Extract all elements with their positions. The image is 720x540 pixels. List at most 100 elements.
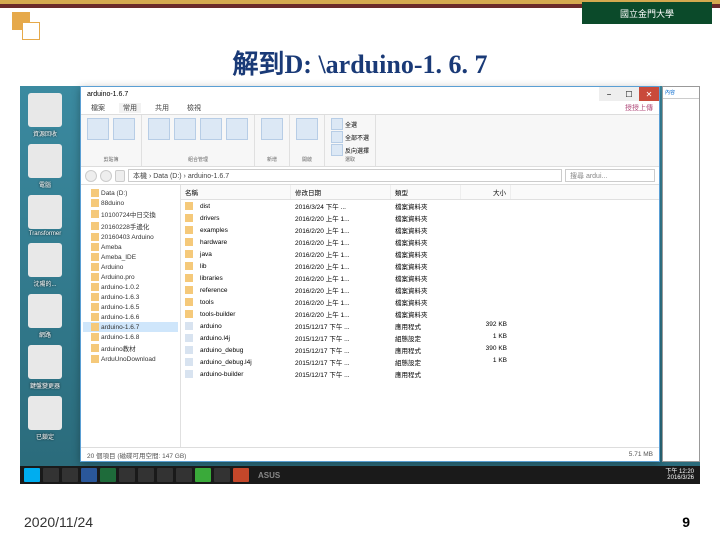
- delete-icon[interactable]: [200, 118, 222, 140]
- file-explorer-window[interactable]: arduino-1.6.7 − ☐ ✕ 檔案 常用 共用 檢視 授授上傳 剪貼簿: [80, 86, 660, 462]
- nav-tree[interactable]: Data (D:)88duino10100724中日交換20160228手邊化2…: [81, 185, 181, 447]
- properties-tab[interactable]: 內容: [663, 87, 699, 99]
- tree-node[interactable]: arduino-1.6.3: [83, 292, 178, 302]
- desktop-icon[interactable]: [28, 195, 62, 229]
- copy-icon[interactable]: [87, 118, 109, 140]
- desktop-icon-label: 已鎖定: [24, 432, 66, 441]
- folder-icon: [185, 262, 193, 270]
- desktop-icon[interactable]: [28, 93, 62, 127]
- file-type: 應用程式: [391, 344, 461, 356]
- selectall-icon[interactable]: [331, 118, 343, 130]
- taskbar-app-icon[interactable]: [176, 468, 192, 482]
- tree-node[interactable]: Data (D:): [83, 188, 178, 198]
- window-titlebar[interactable]: arduino-1.6.7 − ☐ ✕: [81, 87, 659, 101]
- address-bar[interactable]: 本機 › Data (D:) › arduino-1.6.7: [128, 169, 562, 182]
- table-row[interactable]: java2016/2/20 上午 1...檔案資料夾: [181, 248, 659, 260]
- tree-node[interactable]: 20160228手邊化: [83, 220, 178, 232]
- file-icon: [185, 334, 193, 342]
- tree-node[interactable]: Arduino: [83, 262, 178, 272]
- desktop-icon[interactable]: [28, 243, 62, 277]
- tree-node[interactable]: arduino-1.6.7: [83, 322, 178, 332]
- minimize-button[interactable]: −: [599, 87, 619, 101]
- taskbar-app-icon[interactable]: [214, 468, 230, 482]
- table-row[interactable]: dist2016/3/24 下午 ...檔案資料夾: [181, 200, 659, 212]
- taskbar-clock[interactable]: 下午 12:20 2016/3/26: [665, 469, 696, 481]
- taskbar-excel-icon[interactable]: [100, 468, 116, 482]
- tree-node[interactable]: 88duino: [83, 198, 178, 208]
- copyto-icon[interactable]: [174, 118, 196, 140]
- desktop-icon[interactable]: [28, 294, 62, 328]
- table-row[interactable]: tools2016/2/20 上午 1...檔案資料夾: [181, 296, 659, 308]
- rename-icon[interactable]: [226, 118, 248, 140]
- ribbon-tab-file[interactable]: 檔案: [87, 103, 109, 113]
- tree-node[interactable]: 10100724中日交換: [83, 208, 178, 220]
- properties-icon[interactable]: [296, 118, 318, 140]
- newfolder-icon[interactable]: [261, 118, 283, 140]
- maximize-button[interactable]: ☐: [619, 87, 639, 101]
- moveto-icon[interactable]: [148, 118, 170, 140]
- close-button[interactable]: ✕: [639, 87, 659, 101]
- ribbon-tab-share[interactable]: 共用: [151, 103, 173, 113]
- tree-node[interactable]: 20160403 Arduino: [83, 232, 178, 242]
- tree-node[interactable]: arduino教材: [83, 342, 178, 354]
- file-list[interactable]: 名稱 修改日期 類型 大小 dist2016/3/24 下午 ...檔案資料夾d…: [181, 185, 659, 447]
- table-row[interactable]: arduino.l4j2015/12/17 下午 ...組態設定1 KB: [181, 332, 659, 344]
- taskbar-pp-icon[interactable]: [233, 468, 249, 482]
- table-row[interactable]: reference2016/2/20 上午 1...檔案資料夾: [181, 284, 659, 296]
- tree-node[interactable]: arduino-1.6.5: [83, 302, 178, 312]
- taskbar-app-icon[interactable]: [138, 468, 154, 482]
- tree-label: Ameba: [101, 244, 122, 251]
- tree-node[interactable]: arduino-1.6.8: [83, 332, 178, 342]
- col-size[interactable]: 大小: [461, 185, 511, 199]
- search-input[interactable]: 搜尋 ardui...: [565, 169, 655, 182]
- taskbar-app-icon[interactable]: [119, 468, 135, 482]
- col-date[interactable]: 修改日期: [291, 185, 391, 199]
- desktop-icon[interactable]: [28, 396, 62, 430]
- start-button[interactable]: [24, 468, 40, 482]
- tree-node[interactable]: Ameba: [83, 242, 178, 252]
- table-row[interactable]: arduino-builder2015/12/17 下午 ...應用程式: [181, 368, 659, 380]
- taskbar-line-icon[interactable]: [195, 468, 211, 482]
- desktop-icon[interactable]: [28, 144, 62, 178]
- tree-node[interactable]: arduino-1.6.6: [83, 312, 178, 322]
- properties-panel[interactable]: 內容: [662, 86, 700, 462]
- tree-node[interactable]: Arduino.pro: [83, 272, 178, 282]
- back-button[interactable]: [85, 170, 97, 182]
- table-row[interactable]: arduino_debug2015/12/17 下午 ...應用程式390 KB: [181, 344, 659, 356]
- forward-button[interactable]: [100, 170, 112, 182]
- table-row[interactable]: drivers2016/2/20 上午 1...檔案資料夾: [181, 212, 659, 224]
- tree-node[interactable]: Ameba_IDE: [83, 252, 178, 262]
- ribbon-tab-home[interactable]: 常用: [119, 103, 141, 113]
- column-headers[interactable]: 名稱 修改日期 類型 大小: [181, 185, 659, 200]
- address-bar-row: 本機 › Data (D:) › arduino-1.6.7 搜尋 ardui.…: [81, 167, 659, 185]
- taskbar-ie-icon[interactable]: [43, 468, 59, 482]
- tree-label: Arduino.pro: [101, 274, 135, 281]
- table-row[interactable]: arduino_debug.l4j2015/12/17 下午 ...組態設定1 …: [181, 356, 659, 368]
- paste-icon[interactable]: [113, 118, 135, 140]
- col-name[interactable]: 名稱: [181, 185, 291, 199]
- selectnone-icon[interactable]: [331, 131, 343, 143]
- folder-icon: [91, 313, 99, 321]
- folder-icon: [91, 199, 99, 207]
- taskbar-word-icon[interactable]: [81, 468, 97, 482]
- table-row[interactable]: arduino2015/12/17 下午 ...應用程式392 KB: [181, 320, 659, 332]
- tree-node[interactable]: ArduUnoDownload: [83, 354, 178, 364]
- up-button[interactable]: [115, 170, 125, 182]
- table-row[interactable]: tools-builder2016/2/20 上午 1...檔案資料夾: [181, 308, 659, 320]
- tree-node[interactable]: arduino-1.0.2: [83, 282, 178, 292]
- ribbon-help[interactable]: 授授上傳: [625, 103, 653, 113]
- selectinv-icon[interactable]: [331, 144, 343, 156]
- table-row[interactable]: examples2016/2/20 上午 1...檔案資料夾: [181, 224, 659, 236]
- folder-icon: [91, 323, 99, 331]
- desktop-icon[interactable]: [28, 345, 62, 379]
- clock-date: 2016/3/26: [665, 475, 694, 481]
- taskbar[interactable]: ASUS 下午 12:20 2016/3/26: [20, 466, 700, 484]
- table-row[interactable]: hardware2016/2/20 上午 1...檔案資料夾: [181, 236, 659, 248]
- ribbon-tab-view[interactable]: 檢視: [183, 103, 205, 113]
- taskbar-explorer-icon[interactable]: [62, 468, 78, 482]
- col-type[interactable]: 類型: [391, 185, 461, 199]
- table-row[interactable]: libraries2016/2/20 上午 1...檔案資料夾: [181, 272, 659, 284]
- file-icon: [185, 370, 193, 378]
- taskbar-app-icon[interactable]: [157, 468, 173, 482]
- table-row[interactable]: lib2016/2/20 上午 1...檔案資料夾: [181, 260, 659, 272]
